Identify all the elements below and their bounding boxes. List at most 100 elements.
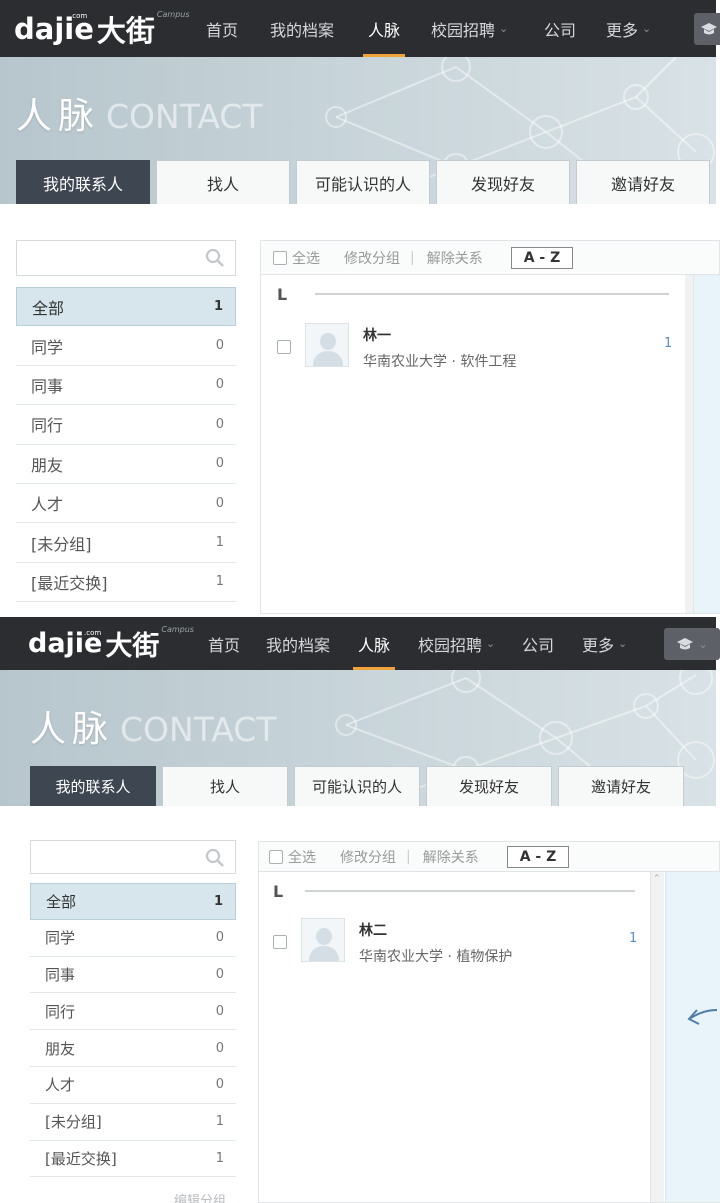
sort-az-button[interactable]: A - Z: [510, 246, 574, 269]
banner-title-en: CONTACT: [106, 97, 263, 136]
nav-home[interactable]: 首页: [208, 617, 240, 670]
remove-relation-button[interactable]: 解除关系: [427, 248, 483, 268]
contact-name[interactable]: 林一: [363, 325, 516, 345]
nav-profile[interactable]: 我的档案: [266, 617, 330, 670]
nav-company[interactable]: 公司: [522, 617, 554, 670]
scrollbar[interactable]: [685, 275, 693, 613]
tab-my-contacts[interactable]: 我的联系人: [16, 160, 150, 204]
remove-relation-button[interactable]: 解除关系: [423, 847, 479, 867]
contact-tabs: 我的联系人 找人 可能认识的人 发现好友 邀请好友: [30, 766, 690, 806]
tab-find-people[interactable]: 找人: [162, 766, 288, 806]
group-item-peers[interactable]: 同行 0: [30, 993, 236, 1031]
group-count: 0: [215, 338, 224, 354]
tab-people-you-may-know[interactable]: 可能认识的人: [296, 160, 430, 204]
contact-name[interactable]: 林二: [359, 920, 512, 940]
search-icon[interactable]: [205, 248, 225, 268]
dajie-logo[interactable]: dajie .com 大街 Campus: [14, 0, 190, 57]
screenshot-one: dajie .com 大街 Campus 首页 我的档案 人脉 校园招聘 ⌄ 公司…: [0, 0, 720, 614]
nav-company-label: 公司: [522, 635, 555, 655]
scrollbar[interactable]: ⌃: [650, 872, 664, 1202]
select-all-checkbox[interactable]: [269, 849, 283, 864]
group-item-friends[interactable]: 朋友 0: [16, 445, 236, 484]
group-label: 全部: [46, 892, 77, 911]
user-menu-button[interactable]: [694, 13, 720, 45]
group-item-all[interactable]: 全部 1: [16, 287, 236, 327]
nav-contacts[interactable]: 人脉: [362, 0, 406, 57]
avatar-placeholder-icon[interactable]: [305, 323, 349, 367]
group-item-recent-exchange[interactable]: [最近交换] 1: [30, 1141, 236, 1178]
group-label: 朋友: [31, 455, 64, 475]
nav-contacts[interactable]: 人脉: [352, 617, 396, 670]
contact-count[interactable]: 1: [664, 336, 672, 351]
contact-toolbar: 全选 修改分组 | 解除关系 A - Z: [259, 842, 719, 872]
group-label: [最近交换]: [45, 1149, 117, 1168]
nav-profile[interactable]: 我的档案: [270, 0, 334, 57]
group-count: 1: [215, 574, 224, 590]
edit-group-link[interactable]: 编辑分组: [174, 1190, 226, 1203]
group-list: 全部 1 同学 0 同事 0 同行 0 朋友 0 人才 0 [未分组] 1 [最近交换] 1: [30, 883, 236, 1178]
group-item-ungrouped[interactable]: [未分组] 1: [16, 523, 236, 563]
group-label: 全部: [32, 298, 65, 318]
letter-divider: [305, 890, 635, 892]
banner-title-cn: 人脉: [16, 96, 101, 137]
tab-invite-friends[interactable]: 邀请好友: [576, 160, 710, 204]
group-item-recent-exchange[interactable]: [最近交换] 1: [16, 563, 236, 603]
chevron-down-icon: ⌄: [499, 22, 509, 35]
tab-discover-friends[interactable]: 发现好友: [426, 766, 552, 806]
tab-people-you-may-know[interactable]: 可能认识的人: [294, 766, 420, 806]
banner-title-en: CONTACT: [120, 710, 277, 749]
group-item-talent[interactable]: 人才 0: [16, 484, 236, 524]
select-all-label[interactable]: 全选: [292, 248, 320, 268]
group-item-talent[interactable]: 人才 0: [30, 1067, 236, 1104]
search-icon[interactable]: [205, 848, 225, 868]
select-all-label[interactable]: 全选: [288, 847, 316, 867]
nav-company[interactable]: 公司: [544, 0, 576, 57]
contact-checkbox[interactable]: [277, 340, 291, 354]
tab-discover-friends[interactable]: 发现好友: [436, 160, 570, 204]
group-item-classmates[interactable]: 同学 0: [16, 326, 236, 366]
group-count: 0: [215, 930, 224, 946]
group-item-friends[interactable]: 朋友 0: [30, 1030, 236, 1067]
nav-more[interactable]: 更多 ⌄: [606, 0, 651, 57]
group-item-classmates[interactable]: 同学 0: [30, 920, 236, 957]
chevron-down-icon: ⌄: [698, 637, 708, 651]
group-item-colleagues[interactable]: 同事 0: [16, 366, 236, 406]
contact-search-input[interactable]: [16, 240, 236, 276]
modify-group-button[interactable]: 修改分组: [344, 248, 400, 268]
nav-campus-recruit[interactable]: 校园招聘 ⌄: [431, 0, 508, 57]
scroll-up-arrow-icon[interactable]: ⌃: [653, 874, 661, 884]
contact-info: 林一 华南农业大学 · 软件工程: [363, 323, 516, 371]
avatar-placeholder-icon[interactable]: [301, 918, 345, 962]
group-count: 0: [215, 456, 224, 472]
tab-my-contacts[interactable]: 我的联系人: [30, 766, 156, 806]
contact-count[interactable]: 1: [629, 931, 637, 946]
contact-item: 林二 华南农业大学 · 植物保护: [273, 918, 512, 966]
modify-group-button[interactable]: 修改分组: [340, 847, 396, 867]
toolbar-divider: |: [406, 848, 411, 865]
nav-home[interactable]: 首页: [206, 0, 238, 57]
nav-company-label: 公司: [544, 20, 577, 40]
contact-detail: 华南农业大学 · 软件工程: [363, 354, 517, 370]
group-item-ungrouped[interactable]: [未分组] 1: [30, 1104, 236, 1141]
logo-cn: 大街: [105, 631, 160, 662]
group-item-all[interactable]: 全部 1: [30, 883, 236, 920]
contact-checkbox[interactable]: [273, 935, 287, 949]
sort-az-button[interactable]: A - Z: [506, 845, 570, 868]
group-label: 同学: [45, 929, 76, 948]
dajie-logo[interactable]: dajie .com 大街 Campus: [28, 617, 194, 670]
group-item-peers[interactable]: 同行 0: [16, 405, 236, 445]
chevron-down-icon: ⌄: [642, 22, 652, 35]
graduation-cap-icon: [701, 23, 717, 35]
group-label: [未分组]: [45, 1113, 102, 1132]
group-label: 人才: [31, 495, 64, 515]
logo-campus: Campus: [161, 625, 194, 634]
user-menu-button[interactable]: ⌄: [664, 628, 720, 660]
nav-campus-recruit[interactable]: 校园招聘 ⌄: [418, 617, 495, 670]
tab-invite-friends[interactable]: 邀请好友: [558, 766, 684, 806]
tab-find-people[interactable]: 找人: [156, 160, 290, 204]
group-item-colleagues[interactable]: 同事 0: [30, 957, 236, 994]
select-all-checkbox[interactable]: [273, 250, 287, 265]
right-side-panel: [693, 275, 720, 613]
contact-search-input[interactable]: [30, 840, 236, 874]
nav-more[interactable]: 更多 ⌄: [582, 617, 627, 670]
